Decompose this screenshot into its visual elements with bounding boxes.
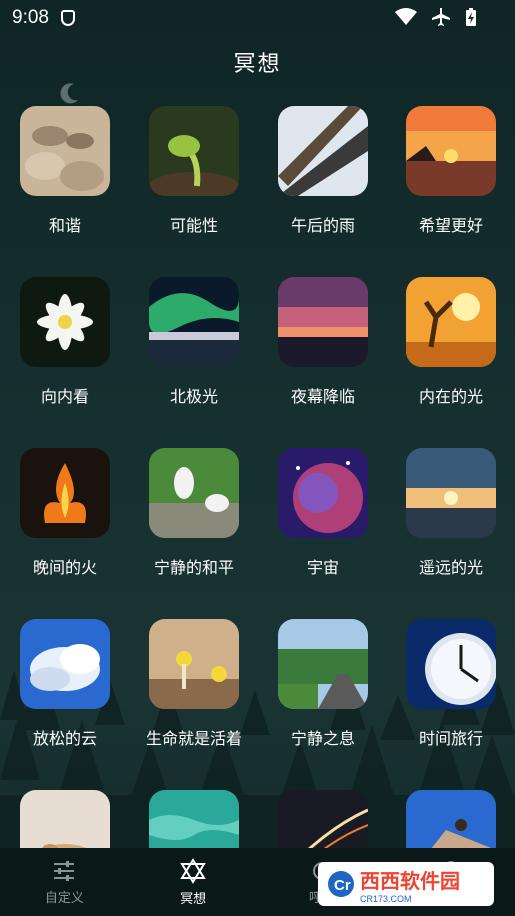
meditation-tile-aurora[interactable] xyxy=(149,277,239,367)
meditation-tile-label: 夜幕降临 xyxy=(290,387,355,406)
meditation-tile-doves[interactable] xyxy=(149,448,239,538)
meditation-tile-label: 晚间的火 xyxy=(32,558,97,577)
wifi-icon xyxy=(395,8,417,25)
battery-charging-icon xyxy=(466,8,476,26)
meditation-tile-label: 北极光 xyxy=(169,387,218,406)
meditation-tile-mushrooms[interactable] xyxy=(149,619,239,709)
meditation-tile-clouds[interactable] xyxy=(20,619,110,709)
meditation-tile-label: 宁静之息 xyxy=(290,729,355,748)
meditation-tile-campfire[interactable] xyxy=(20,448,110,538)
sunset-sea-image xyxy=(406,106,496,196)
meditation-tile-nebula[interactable] xyxy=(278,448,368,538)
meditation-tile-label: 宁静的和平 xyxy=(153,558,234,577)
meditation-tile-label: 可能性 xyxy=(169,216,218,235)
nav-meditation-label: 冥想 xyxy=(180,891,207,907)
meditation-tile-horizon-sun[interactable] xyxy=(406,448,496,538)
nav-custom[interactable]: 自定义 xyxy=(0,848,129,916)
doves-image xyxy=(149,448,239,538)
nav-custom-label: 自定义 xyxy=(44,890,84,906)
meditation-tile-clock[interactable] xyxy=(406,619,496,709)
meditation-tile-sun-person[interactable] xyxy=(406,277,496,367)
meditation-tile-roof-rain[interactable] xyxy=(278,106,368,196)
meditation-tile-label: 希望更好 xyxy=(418,216,483,235)
watermark-brand: 西西软件园 xyxy=(360,870,460,893)
zen-stones-image xyxy=(20,106,110,196)
meditation-tile-sunset-sea[interactable] xyxy=(406,106,496,196)
meditation-tile-sprout[interactable] xyxy=(149,106,239,196)
page-title: 冥想 xyxy=(233,52,282,77)
meditation-tile-label: 午后的雨 xyxy=(290,216,355,235)
meditation-tile-label: 和谐 xyxy=(48,216,81,235)
nebula-image xyxy=(278,448,368,538)
status-bar: 9:08 xyxy=(0,0,515,36)
airplane-icon xyxy=(432,8,450,26)
campfire-image xyxy=(20,448,110,538)
meditation-tile-label: 宇宙 xyxy=(306,558,339,577)
horizon-sun-image xyxy=(406,448,496,538)
watermark-url: CR173.COM xyxy=(360,893,412,904)
clock-image xyxy=(406,619,496,709)
status-time: 9:08 xyxy=(12,7,49,28)
meditation-tile-lotus[interactable] xyxy=(20,277,110,367)
aurora-image xyxy=(149,277,239,367)
svg-text:Cr: Cr xyxy=(334,877,351,894)
moon-icon xyxy=(60,83,78,104)
lotus-image xyxy=(20,277,110,367)
meditation-tile-dusk-sky[interactable] xyxy=(278,277,368,367)
mushrooms-image xyxy=(149,619,239,709)
dusk-sky-image xyxy=(278,277,368,367)
meditation-tile-label: 时间旅行 xyxy=(418,729,483,748)
road-trees-image xyxy=(278,619,368,709)
roof-rain-image xyxy=(278,106,368,196)
meditation-tile-label: 内在的光 xyxy=(418,387,483,406)
meditation-tile-label: 放松的云 xyxy=(32,729,97,748)
meditation-tile-zen-stones[interactable] xyxy=(20,106,110,196)
meditation-tile-label: 生命就是活着 xyxy=(145,729,242,748)
nav-meditation[interactable]: 冥想 xyxy=(129,848,258,916)
meditation-tile-label: 遥远的光 xyxy=(418,558,483,577)
sun-person-image xyxy=(406,277,496,367)
shield-icon xyxy=(60,10,75,26)
cr-logo-icon: Cr xyxy=(328,871,354,897)
hexagram-icon xyxy=(180,857,206,884)
clouds-image xyxy=(20,619,110,709)
sliders-icon xyxy=(54,860,75,881)
meditation-tile-road-trees[interactable] xyxy=(278,619,368,709)
meditation-tile-label: 向内看 xyxy=(40,387,89,406)
watermark-logo: Cr 西西软件园 CR173.COM xyxy=(318,862,494,906)
sprout-image xyxy=(149,106,239,196)
